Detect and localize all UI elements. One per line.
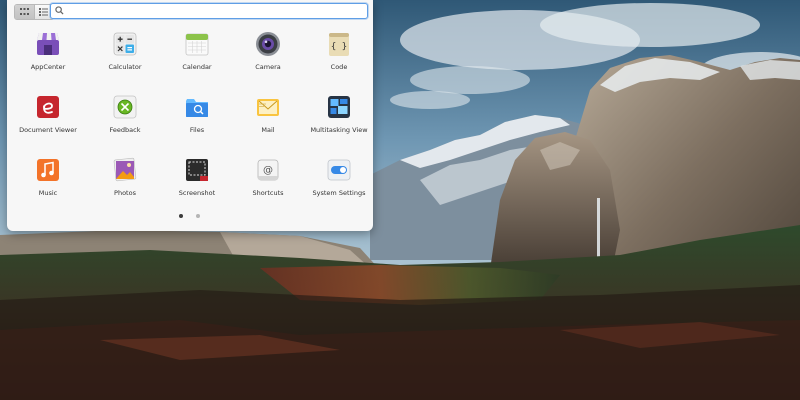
- app-label: Mail: [261, 126, 275, 134]
- app-label: Multitasking View: [310, 126, 368, 134]
- app-tile-files[interactable]: Files: [161, 89, 233, 145]
- shortcuts-icon: @: [257, 159, 279, 181]
- mail-icon: [257, 99, 279, 116]
- app-tile-calendar[interactable]: Calendar: [161, 26, 233, 82]
- app-tile-document-viewer[interactable]: Document Viewer: [12, 89, 84, 145]
- app-label: Photos: [114, 189, 136, 197]
- files-icon: [186, 99, 208, 117]
- app-label: Shortcuts: [252, 189, 284, 197]
- photos-icon: [113, 157, 137, 182]
- app-tile-photos[interactable]: Photos: [89, 152, 161, 208]
- grid-view-button[interactable]: [15, 5, 34, 19]
- app-tile-shortcuts[interactable]: @ Shortcuts: [232, 152, 304, 208]
- document-viewer-icon: [37, 96, 59, 118]
- feedback-icon: [113, 95, 137, 119]
- view-mode-switcher: [14, 4, 54, 20]
- app-label: Screenshot: [178, 189, 216, 197]
- app-tile-multitasking-view[interactable]: Multitasking View: [303, 89, 375, 145]
- app-tile-appcenter[interactable]: AppCenter: [12, 26, 84, 82]
- svg-text:@: @: [263, 165, 273, 176]
- calendar-icon: [185, 33, 209, 56]
- app-label: System Settings: [312, 189, 366, 197]
- camera-icon: [256, 32, 280, 56]
- appcenter-icon: [37, 33, 59, 55]
- search-field[interactable]: [50, 3, 368, 19]
- app-label: AppCenter: [30, 63, 66, 71]
- page-dot-1[interactable]: [179, 214, 183, 218]
- app-label: Calculator: [108, 63, 142, 71]
- app-label: Document Viewer: [19, 126, 77, 134]
- page-dot-2[interactable]: [196, 214, 200, 218]
- app-label: Camera: [255, 63, 281, 71]
- app-tile-system-settings[interactable]: System Settings: [303, 152, 375, 208]
- multitasking-view-icon: [328, 96, 350, 118]
- app-label: Music: [38, 189, 58, 197]
- search-input[interactable]: [66, 5, 356, 16]
- app-label: Feedback: [109, 126, 141, 134]
- app-tile-calculator[interactable]: Calculator: [89, 26, 161, 82]
- system-settings-icon: [327, 159, 351, 181]
- category-view-icon: [39, 8, 49, 16]
- app-tile-screenshot[interactable]: Screenshot: [161, 152, 233, 208]
- app-tile-feedback[interactable]: Feedback: [89, 89, 161, 145]
- application-launcher: AppCenter Calculator Calendar Camera {}…: [7, 0, 373, 231]
- calculator-icon: [113, 32, 137, 56]
- screenshot-icon: [186, 159, 208, 181]
- app-tile-music[interactable]: Music: [12, 152, 84, 208]
- page-indicator: [7, 212, 373, 220]
- app-tile-code[interactable]: { } Code: [303, 26, 375, 82]
- app-tile-camera[interactable]: Camera: [232, 26, 304, 82]
- app-label: Code: [330, 63, 348, 71]
- app-label: Calendar: [182, 63, 212, 71]
- search-icon: [55, 6, 64, 15]
- grid-view-icon: [19, 8, 29, 15]
- app-tile-mail[interactable]: Mail: [232, 89, 304, 145]
- svg-text:{ }: { }: [331, 42, 347, 52]
- music-icon: [37, 159, 59, 181]
- app-label: Files: [189, 126, 205, 134]
- code-icon: { }: [329, 33, 349, 56]
